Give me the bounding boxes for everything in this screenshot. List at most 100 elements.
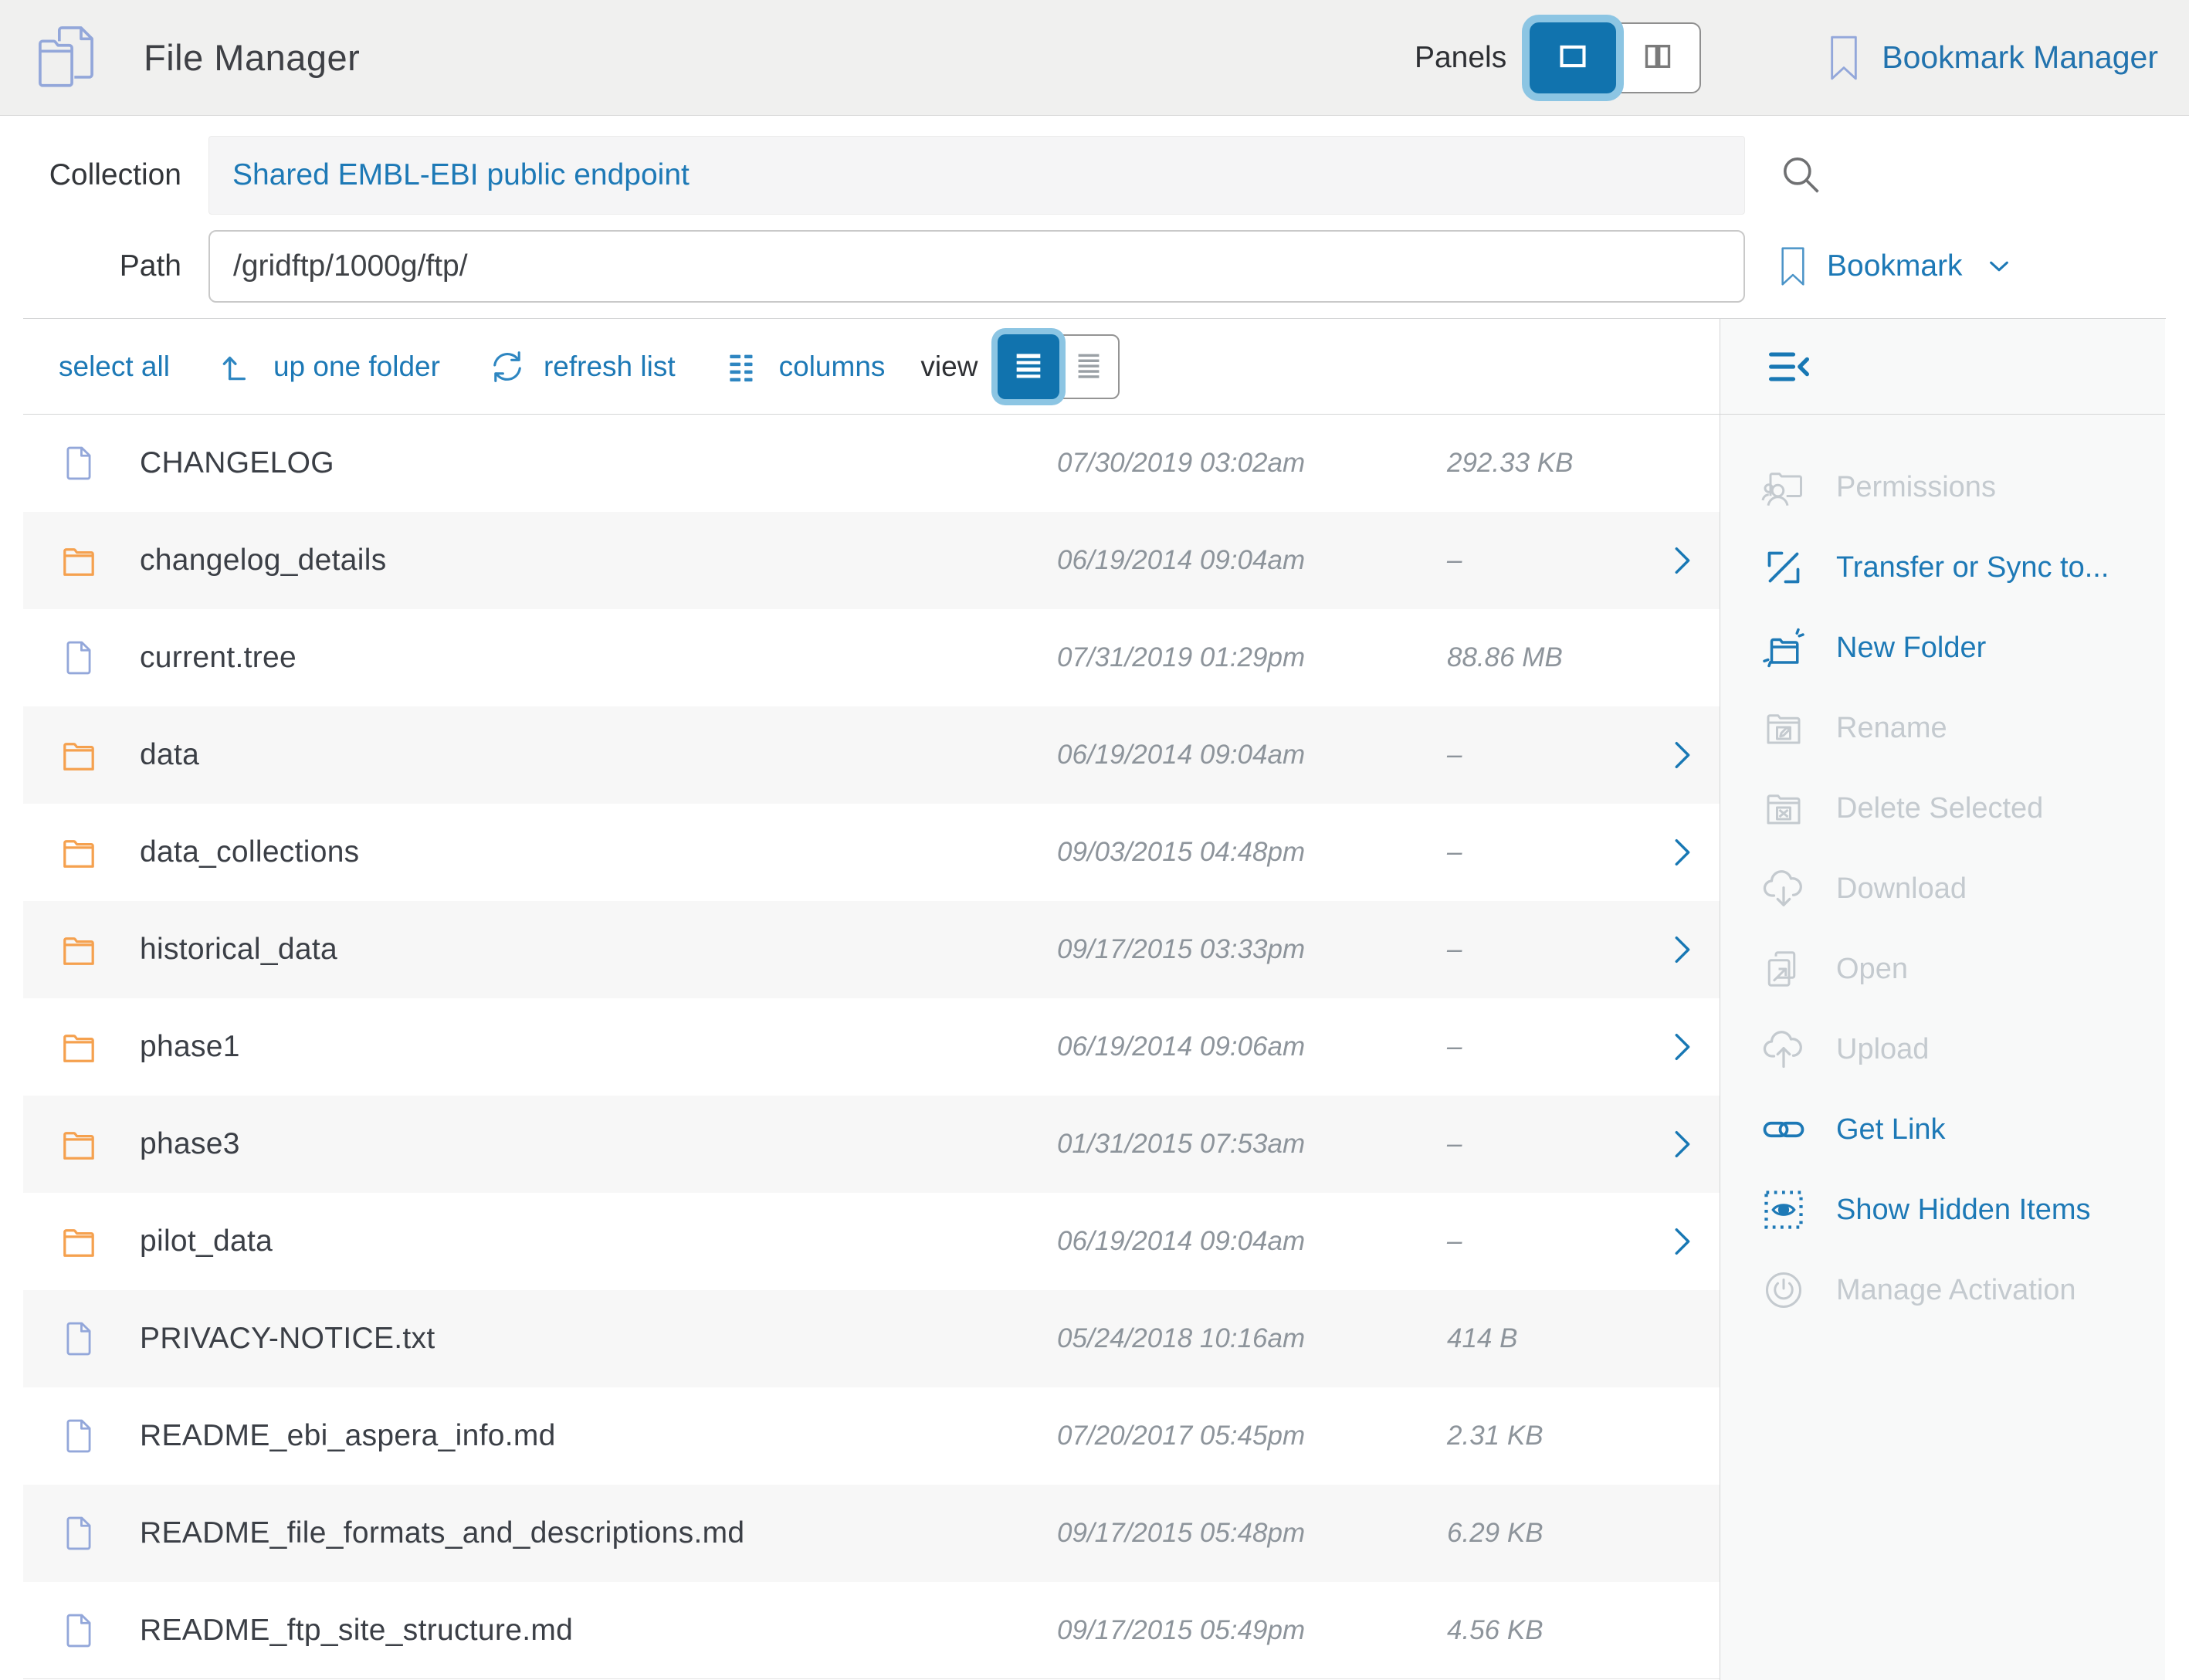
sidebar-item-label: Manage Activation bbox=[1836, 1274, 2076, 1307]
file-name: CHANGELOG bbox=[140, 446, 1026, 480]
file-row[interactable]: data 06/19/2014 09:04am – bbox=[23, 706, 1720, 804]
collection-value: Shared EMBL-EBI public endpoint bbox=[232, 158, 690, 192]
collection-field[interactable]: Shared EMBL-EBI public endpoint bbox=[208, 136, 1745, 215]
sidebar-item-label: Show Hidden Items bbox=[1836, 1194, 2091, 1227]
file-row[interactable]: data_collections 09/03/2015 04:48pm – bbox=[23, 804, 1720, 901]
sidebar-item-label: Open bbox=[1836, 953, 1908, 986]
file-size: 292.33 KB bbox=[1416, 448, 1644, 479]
chevron-right-icon[interactable] bbox=[1664, 737, 1699, 773]
folder-icon bbox=[59, 830, 140, 875]
file-row[interactable]: pilot_data 06/19/2014 09:04am – bbox=[23, 1193, 1720, 1290]
compact-view-icon bbox=[1071, 347, 1106, 385]
file-name: README_ebi_aspera_info.md bbox=[140, 1419, 1026, 1453]
file-name: changelog_details bbox=[140, 544, 1026, 578]
path-input[interactable] bbox=[208, 230, 1745, 303]
sidebar-item-permissions: Permissions bbox=[1760, 447, 2150, 527]
chevron-right-icon[interactable] bbox=[1664, 835, 1699, 870]
header: File Manager Panels Bookmark Manager bbox=[0, 0, 2189, 116]
page-title: File Manager bbox=[144, 36, 360, 79]
new-folder-icon bbox=[1760, 625, 1807, 671]
folder-icon bbox=[59, 927, 140, 972]
folder-icon bbox=[59, 1025, 140, 1069]
folder-icon bbox=[59, 1219, 140, 1264]
bookmark-icon bbox=[1826, 34, 1862, 82]
file-modified-date: 06/19/2014 09:06am bbox=[1026, 1031, 1416, 1062]
file-size: 6.29 KB bbox=[1416, 1518, 1644, 1549]
file-list-pane: select all up one folder refresh list co… bbox=[23, 319, 1720, 1680]
sidebar-header bbox=[1720, 319, 2165, 415]
file-row[interactable]: README_ebi_aspera_info.md 07/20/2017 05:… bbox=[23, 1387, 1720, 1485]
sidebar-item-label: Get Link bbox=[1836, 1113, 1946, 1147]
file-row[interactable]: README_file_formats_and_descriptions.md … bbox=[23, 1485, 1720, 1582]
file-name: current.tree bbox=[140, 641, 1026, 675]
search-icon[interactable] bbox=[1777, 151, 1825, 199]
file-row[interactable]: changelog_details 06/19/2014 09:04am – bbox=[23, 512, 1720, 609]
folder-icon bbox=[59, 733, 140, 777]
up-one-folder-label: up one folder bbox=[273, 351, 440, 383]
collapse-panel-icon[interactable] bbox=[1764, 341, 1815, 392]
panels-toggle bbox=[1530, 22, 1701, 93]
bookmark-manager-link[interactable]: Bookmark Manager bbox=[1826, 34, 2158, 82]
file-icon bbox=[59, 441, 140, 486]
chevron-right-icon[interactable] bbox=[1664, 1224, 1699, 1259]
sidebar-item-label: Transfer or Sync to... bbox=[1836, 551, 2109, 584]
file-modified-date: 09/03/2015 04:48pm bbox=[1026, 837, 1416, 868]
chevron-right-icon[interactable] bbox=[1664, 1126, 1699, 1162]
file-icon bbox=[59, 1414, 140, 1458]
file-size: – bbox=[1416, 545, 1644, 576]
chevron-right-icon[interactable] bbox=[1664, 932, 1699, 967]
file-row[interactable]: PRIVACY-NOTICE.txt 05/24/2018 10:16am 41… bbox=[23, 1290, 1720, 1387]
file-manager-icon bbox=[31, 18, 111, 98]
file-row[interactable]: phase3 01/31/2015 07:53am – bbox=[23, 1096, 1720, 1193]
file-row[interactable]: CHANGELOG 07/30/2019 03:02am 292.33 KB bbox=[23, 415, 1720, 512]
file-size: – bbox=[1416, 740, 1644, 771]
main-area: select all up one folder refresh list co… bbox=[23, 318, 2166, 1680]
file-row[interactable]: phase1 06/19/2014 09:06am – bbox=[23, 998, 1720, 1096]
dual-panel-icon bbox=[1635, 34, 1680, 81]
compact-view-button[interactable] bbox=[1058, 334, 1120, 399]
chevron-right-icon[interactable] bbox=[1664, 543, 1699, 578]
list-view-button[interactable] bbox=[998, 334, 1059, 399]
file-modified-date: 09/17/2015 03:33pm bbox=[1026, 934, 1416, 965]
sidebar-item-upload: Upload bbox=[1760, 1009, 2150, 1089]
sidebar-item-new-folder[interactable]: New Folder bbox=[1760, 608, 2150, 688]
file-name: README_ftp_site_structure.md bbox=[140, 1614, 1026, 1648]
columns-button[interactable]: columns bbox=[723, 347, 886, 386]
open-icon bbox=[1760, 946, 1807, 992]
sidebar-item-label: Upload bbox=[1836, 1033, 1929, 1066]
sidebar-item-label: Permissions bbox=[1836, 471, 1996, 504]
chevron-right-icon[interactable] bbox=[1664, 1029, 1699, 1065]
sidebar-item-get-link[interactable]: Get Link bbox=[1760, 1089, 2150, 1170]
file-modified-date: 09/17/2015 05:49pm bbox=[1026, 1615, 1416, 1646]
file-size: 4.56 KB bbox=[1416, 1615, 1644, 1646]
chevron-down-icon bbox=[1981, 252, 2014, 281]
bookmark-manager-label: Bookmark Manager bbox=[1882, 39, 2158, 76]
link-icon bbox=[1760, 1106, 1807, 1153]
file-size: – bbox=[1416, 934, 1644, 965]
dual-panel-button[interactable] bbox=[1615, 22, 1701, 93]
file-size: – bbox=[1416, 1226, 1644, 1257]
sidebar-item-label: Rename bbox=[1836, 712, 1947, 745]
sidebar-item-show-hidden-items[interactable]: Show Hidden Items bbox=[1760, 1170, 2150, 1250]
file-modified-date: 06/19/2014 09:04am bbox=[1026, 1226, 1416, 1257]
file-modified-date: 09/17/2015 05:48pm bbox=[1026, 1518, 1416, 1549]
file-name: data_collections bbox=[140, 835, 1026, 869]
file-icon bbox=[59, 635, 140, 680]
refresh-list-button[interactable]: refresh list bbox=[488, 347, 676, 386]
single-panel-button[interactable] bbox=[1530, 22, 1616, 93]
file-row[interactable]: README_ftp_site_structure.md 09/17/2015 … bbox=[23, 1582, 1720, 1679]
list-view-icon bbox=[1011, 347, 1046, 385]
file-row[interactable]: current.tree 07/31/2019 01:29pm 88.86 MB bbox=[23, 609, 1720, 706]
sidebar-item-transfer-or-sync-to[interactable]: Transfer or Sync to... bbox=[1760, 527, 2150, 608]
up-one-folder-button[interactable]: up one folder bbox=[218, 347, 440, 386]
file-name: pilot_data bbox=[140, 1224, 1026, 1258]
columns-icon bbox=[723, 347, 762, 386]
select-all-button[interactable]: select all bbox=[59, 351, 170, 383]
location-bar: Collection Shared EMBL-EBI public endpoi… bbox=[0, 116, 2189, 303]
file-modified-date: 01/31/2015 07:53am bbox=[1026, 1129, 1416, 1160]
file-row[interactable]: historical_data 09/17/2015 03:33pm – bbox=[23, 901, 1720, 998]
file-name: phase3 bbox=[140, 1127, 1026, 1161]
eye-icon bbox=[1760, 1187, 1807, 1233]
bookmark-label: Bookmark bbox=[1827, 249, 1963, 283]
bookmark-dropdown[interactable]: Bookmark bbox=[1777, 246, 2014, 287]
